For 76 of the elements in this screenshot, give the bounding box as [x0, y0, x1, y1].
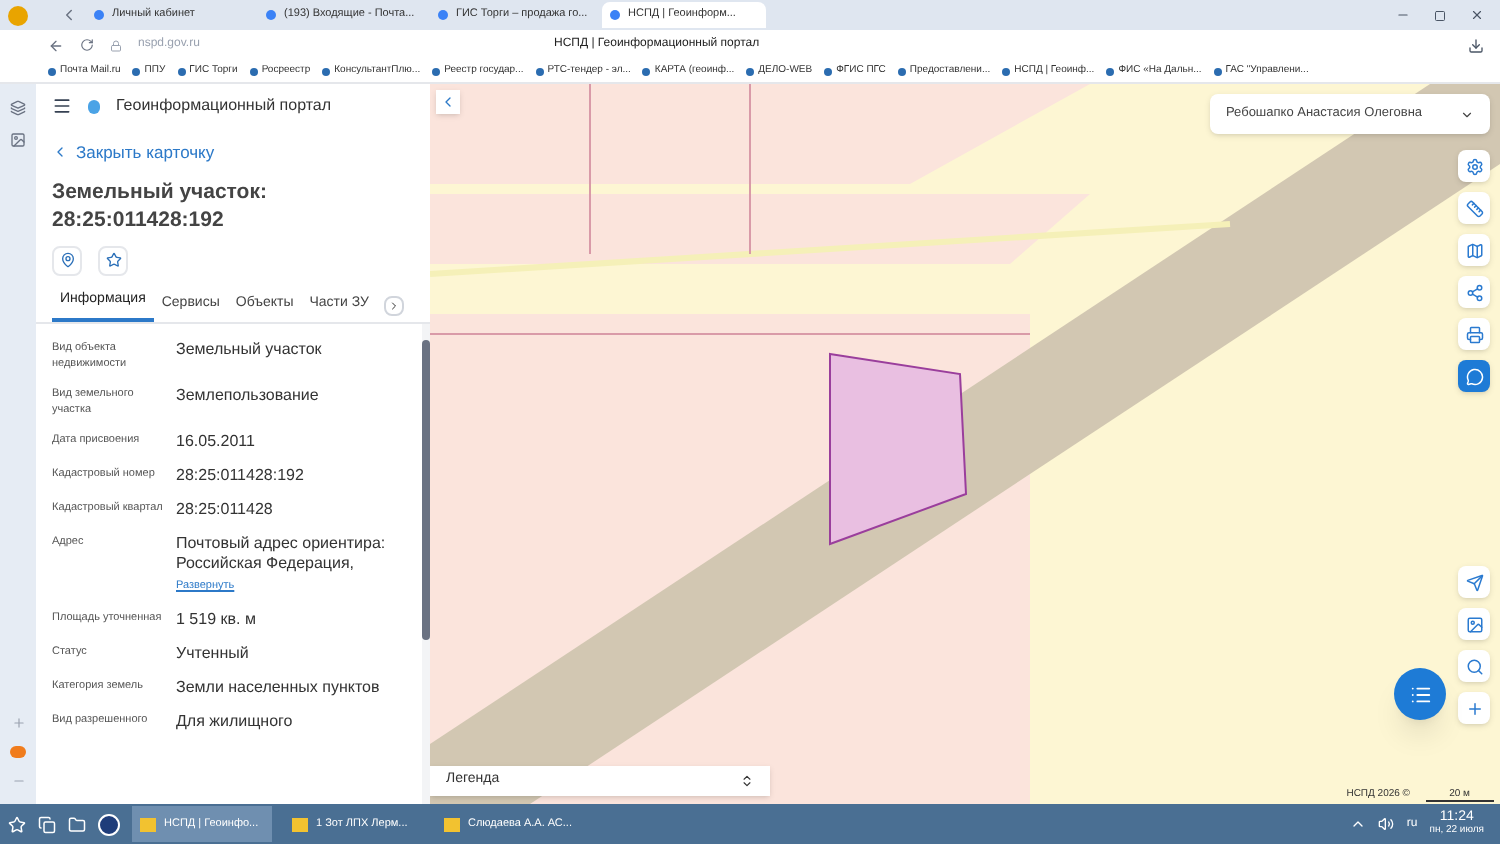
print-button[interactable]: [1458, 318, 1490, 350]
bookmark-favicon-icon: [897, 67, 906, 75]
sidebar-layers-icon[interactable]: [10, 100, 26, 116]
chat-button[interactable]: [1458, 360, 1490, 392]
bookmark-favicon-icon: [177, 67, 186, 75]
chevron-left-icon: [52, 144, 68, 161]
field-value: Почтовый адрес ориентира: Российская Федерация,: [176, 534, 388, 575]
chat-bubble-icon: [1465, 367, 1483, 385]
menu-icon[interactable]: [52, 96, 72, 116]
field-value: Земли населенных пунктов: [176, 677, 380, 697]
plus-icon: [1465, 699, 1483, 717]
map-icon: [1465, 241, 1483, 259]
scrollbar[interactable]: [422, 324, 430, 804]
image-button[interactable]: [1458, 608, 1490, 640]
maximize-icon[interactable]: [1434, 9, 1446, 21]
lock-icon: [110, 39, 122, 51]
locate-button[interactable]: [1458, 566, 1490, 598]
bookmark-favicon-icon: [1213, 67, 1222, 75]
portal-title: Геоинформационный портал: [116, 94, 332, 118]
layers-button[interactable]: [1458, 234, 1490, 266]
bookmark-favicon-icon: [1106, 67, 1115, 75]
close-card-link[interactable]: Закрыть карточку: [52, 140, 215, 166]
chevron-right-icon: [388, 300, 401, 313]
up-down-icon: [740, 774, 754, 788]
bookmark-favicon-icon: [642, 67, 651, 75]
field-value: Земельный участок: [176, 340, 322, 361]
bookmark-favicon-icon: [746, 67, 755, 75]
field-value: 1 519 кв. м: [176, 609, 256, 629]
map-pin-icon: [59, 252, 75, 269]
share-icon: [1465, 283, 1483, 301]
tab-favicon-icon: [94, 10, 104, 20]
bookmark-favicon-icon: [432, 67, 441, 75]
field-value: Землепользование: [176, 386, 319, 407]
bookmark-favicon-icon: [249, 67, 258, 75]
field-value: 28:25:011428:192: [176, 466, 304, 487]
bookmark-favicon-icon: [48, 67, 56, 75]
card-title: Земельный участок: 28:25:011428:192: [52, 177, 269, 234]
paper-plane-icon: [1465, 573, 1483, 591]
tab-favicon-icon: [610, 10, 620, 20]
chevron-left-icon: [440, 94, 456, 110]
field-value: Для жилищного: [176, 711, 293, 731]
bookmark-favicon-icon: [535, 67, 544, 75]
tab-scroll-icon[interactable]: [60, 6, 78, 24]
volume-icon[interactable]: [1378, 816, 1395, 832]
settings-icon: [1465, 157, 1483, 175]
ruler-icon: [1465, 199, 1483, 217]
close-icon[interactable]: [1470, 8, 1484, 22]
map-pin-button[interactable]: [52, 245, 82, 276]
tab-favicon-icon: [438, 10, 448, 20]
sidebar-image-icon[interactable]: [10, 132, 26, 148]
search-button[interactable]: [1458, 650, 1490, 682]
bookmark-favicon-icon: [322, 67, 331, 75]
reload-icon[interactable]: [80, 38, 94, 52]
caret-icon: [1460, 107, 1474, 121]
printer-icon: [1465, 325, 1483, 343]
browser-logo-icon[interactable]: [98, 813, 120, 835]
portal-logo-icon: [88, 99, 100, 113]
back-icon[interactable]: [48, 37, 64, 53]
field-value: 16.05.2011: [176, 432, 255, 453]
zoom-in-button[interactable]: [1458, 692, 1490, 724]
settings-button[interactable]: [1458, 150, 1490, 182]
favorite-button[interactable]: [98, 245, 128, 276]
ruler-button[interactable]: [1458, 192, 1490, 224]
bookmark-favicon-icon: [824, 67, 833, 75]
field-value: Учтенный: [176, 643, 249, 663]
tab-favicon-icon: [266, 10, 276, 20]
task-view-icon[interactable]: [38, 815, 56, 833]
search-icon: [1465, 657, 1483, 675]
download-icon[interactable]: [1468, 37, 1484, 53]
star-icon: [105, 252, 121, 269]
bookmark-favicon-icon: [132, 67, 141, 75]
field-value: 28:25:011428: [176, 500, 273, 521]
image-icon: [1465, 615, 1483, 633]
share-button[interactable]: [1458, 276, 1490, 308]
bookmark-favicon-icon: [1002, 67, 1011, 75]
tabs-next-button[interactable]: [384, 296, 405, 317]
